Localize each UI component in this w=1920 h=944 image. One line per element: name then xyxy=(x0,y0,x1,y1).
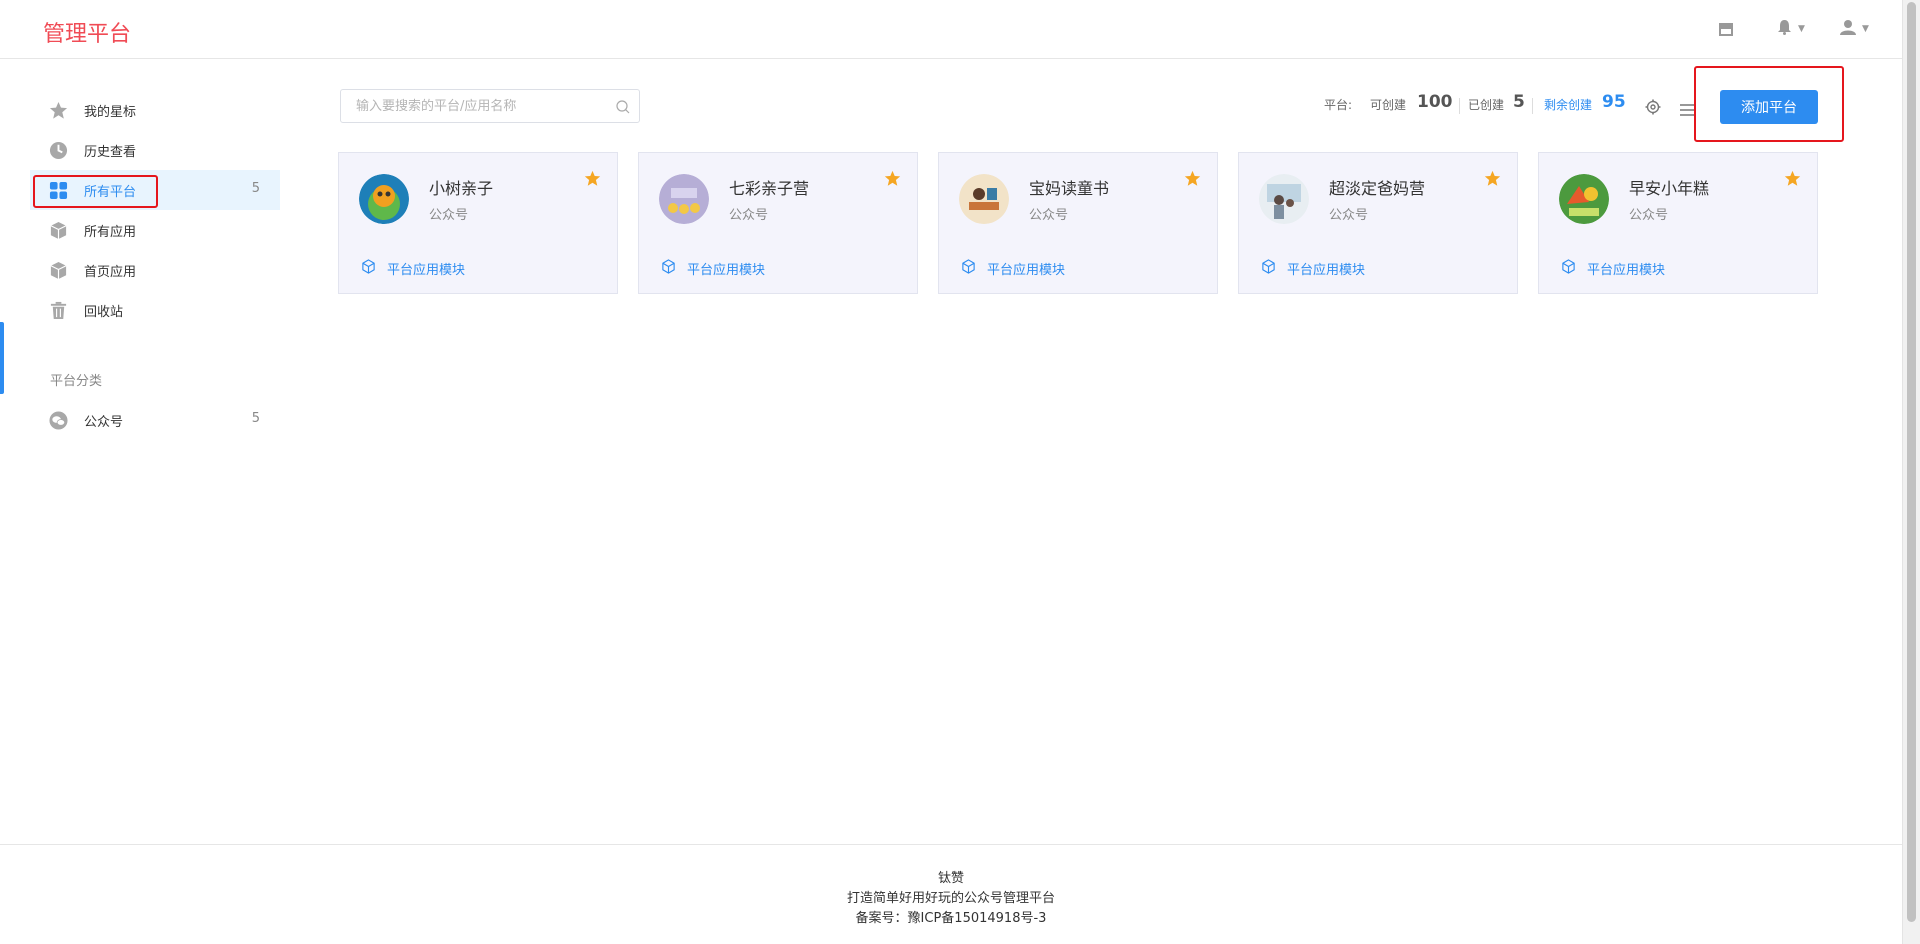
sidebar-group-title: 平台分类 xyxy=(50,374,103,389)
grid-icon xyxy=(49,181,68,200)
platform-type: 公众号 xyxy=(429,208,469,223)
platform-avatar xyxy=(1259,174,1309,224)
divider xyxy=(1459,98,1460,114)
platform-module-link[interactable]: 平台应用模块 xyxy=(361,259,465,278)
star-icon[interactable] xyxy=(1784,170,1801,191)
module-label: 平台应用模块 xyxy=(1287,263,1366,278)
sidebar-item-label: 历史查看 xyxy=(84,145,137,160)
sidebar: 我的星标 历史查看 所有平台 5 所有应用 首页应用 回收站 平台分类 公众号 … xyxy=(0,59,290,839)
gear-icon[interactable] xyxy=(1645,99,1661,119)
user-icon xyxy=(1840,19,1856,39)
sidebar-item-starred[interactable]: 我的星标 xyxy=(30,90,280,130)
platform-name: 七彩亲子营 xyxy=(729,179,810,198)
notification-dropdown[interactable]: ▼ xyxy=(1777,18,1805,40)
platform-module-link[interactable]: 平台应用模块 xyxy=(961,259,1065,278)
sidebar-item-label: 回收站 xyxy=(84,305,124,320)
sidebar-item-all-platforms[interactable]: 所有平台 5 xyxy=(30,170,280,210)
sidebar-item-label: 公众号 xyxy=(84,415,124,430)
platform-module-link[interactable]: 平台应用模块 xyxy=(1261,259,1365,278)
platform-name: 宝妈读童书 xyxy=(1029,179,1110,198)
star-icon[interactable] xyxy=(1184,170,1201,191)
module-label: 平台应用模块 xyxy=(687,263,766,278)
footer-icp[interactable]: 备案号：豫ICP备15014918号-3 xyxy=(0,909,1902,929)
vertical-scrollbar[interactable] xyxy=(1902,0,1920,944)
chevron-down-icon: ▼ xyxy=(1798,24,1805,34)
store-icon[interactable] xyxy=(1718,18,1734,40)
remaining-label: 剩余创建 xyxy=(1544,98,1593,112)
sidebar-item-label: 所有平台 xyxy=(84,185,137,200)
sidebar-item-wechat[interactable]: 公众号 5 xyxy=(30,400,280,440)
platform-card[interactable]: 超淡定爸妈营 公众号 平台应用模块 xyxy=(1238,152,1518,294)
sidebar-item-home-apps[interactable]: 首页应用 xyxy=(30,250,280,290)
platform-module-link[interactable]: 平台应用模块 xyxy=(1561,259,1665,278)
clock-icon xyxy=(49,141,68,160)
can-create-label: 可创建 xyxy=(1370,98,1407,112)
star-icon xyxy=(49,101,68,120)
top-header: 管理平台 ▼ ▼ xyxy=(0,0,1902,59)
module-label: 平台应用模块 xyxy=(387,263,466,278)
app-title[interactable]: 管理平台 xyxy=(43,16,131,48)
wechat-icon xyxy=(49,411,68,430)
cube-icon xyxy=(661,259,676,278)
platform-card[interactable]: 小树亲子 公众号 平台应用模块 xyxy=(338,152,618,294)
platform-module-link[interactable]: 平台应用模块 xyxy=(661,259,765,278)
platform-card[interactable]: 宝妈读童书 公众号 平台应用模块 xyxy=(938,152,1218,294)
platform-avatar xyxy=(359,174,409,224)
platform-card[interactable]: 早安小年糕 公众号 平台应用模块 xyxy=(1538,152,1818,294)
user-dropdown[interactable]: ▼ xyxy=(1840,18,1869,40)
platform-type: 公众号 xyxy=(1029,208,1069,223)
sidebar-item-history[interactable]: 历史查看 xyxy=(30,130,280,170)
platform-label: 平台: xyxy=(1324,98,1353,112)
divider xyxy=(1532,98,1533,114)
star-icon[interactable] xyxy=(584,170,601,191)
search-icon[interactable] xyxy=(616,99,630,118)
left-edge-indicator xyxy=(0,322,4,394)
platform-type: 公众号 xyxy=(729,208,769,223)
created-value: 5 xyxy=(1513,92,1525,112)
star-icon[interactable] xyxy=(884,170,901,191)
platform-name: 早安小年糕 xyxy=(1629,179,1710,198)
sidebar-item-label: 我的星标 xyxy=(84,105,137,120)
remaining-value: 95 xyxy=(1602,92,1626,112)
platform-avatar xyxy=(959,174,1009,224)
sidebar-item-label: 首页应用 xyxy=(84,265,137,280)
bell-icon xyxy=(1777,19,1792,39)
can-create-value: 100 xyxy=(1417,92,1453,112)
trash-icon xyxy=(49,301,68,320)
platform-avatar xyxy=(1559,174,1609,224)
platform-name: 超淡定爸妈营 xyxy=(1329,179,1426,198)
sidebar-item-all-apps[interactable]: 所有应用 xyxy=(30,210,280,250)
module-label: 平台应用模块 xyxy=(987,263,1066,278)
cube-icon xyxy=(1561,259,1576,278)
search-box xyxy=(340,89,640,123)
cube-icon xyxy=(961,259,976,278)
module-label: 平台应用模块 xyxy=(1587,263,1666,278)
footer-slogan: 打造简单好用好玩的公众号管理平台 xyxy=(846,891,1055,906)
platform-type: 公众号 xyxy=(1329,208,1369,223)
sidebar-item-recycle-bin[interactable]: 回收站 xyxy=(30,290,280,330)
scrollbar-thumb[interactable] xyxy=(1907,2,1916,922)
add-platform-button[interactable]: 添加平台 xyxy=(1720,90,1818,124)
platform-type: 公众号 xyxy=(1629,208,1669,223)
chevron-down-icon: ▼ xyxy=(1862,24,1869,34)
cube-icon xyxy=(49,221,68,240)
platform-avatar xyxy=(659,174,709,224)
count-badge: 5 xyxy=(251,411,260,426)
count-badge: 5 xyxy=(251,181,260,196)
cube-icon xyxy=(361,259,376,278)
footer: 钛赞 打造简单好用好玩的公众号管理平台 备案号：豫ICP备15014918号-3 xyxy=(0,844,1902,944)
list-view-icon[interactable] xyxy=(1680,101,1694,120)
platform-name: 小树亲子 xyxy=(429,179,494,198)
footer-brand: 钛赞 xyxy=(937,871,964,886)
cube-icon xyxy=(49,261,68,280)
platform-card[interactable]: 七彩亲子营 公众号 平台应用模块 xyxy=(638,152,918,294)
created-label: 已创建 xyxy=(1468,98,1505,112)
star-icon[interactable] xyxy=(1484,170,1501,191)
search-input[interactable] xyxy=(341,90,601,122)
sidebar-item-label: 所有应用 xyxy=(84,225,137,240)
cube-icon xyxy=(1261,259,1276,278)
